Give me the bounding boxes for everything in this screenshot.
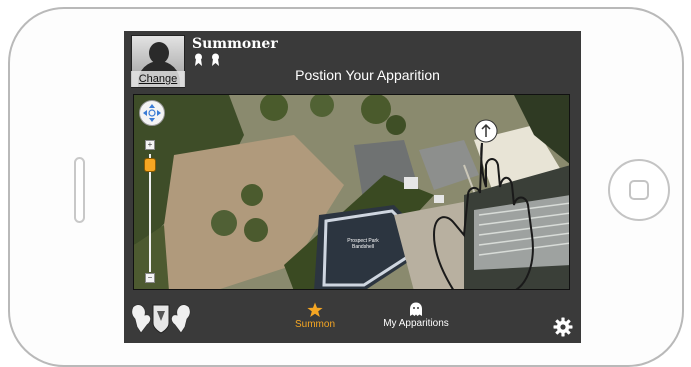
app-screen: Change Summoner Postion Your Apparition <box>124 31 581 343</box>
home-button-icon <box>629 180 649 200</box>
tab-summon[interactable]: Summon <box>284 302 346 330</box>
app-header: Change Summoner Postion Your Apparition <box>124 31 581 94</box>
page-title: Postion Your Apparition <box>295 67 440 83</box>
map-imagery <box>134 95 569 289</box>
settings-button[interactable] <box>553 317 573 342</box>
ribbon-icon <box>212 53 220 66</box>
map-zoom-slider[interactable]: + − <box>144 140 156 283</box>
speaker-grille <box>74 157 85 223</box>
tab-summon-label: Summon <box>294 319 335 330</box>
map-place-label: Prospect Park Bandshell <box>333 238 393 250</box>
pan-arrows-icon <box>143 104 161 122</box>
username: Summoner <box>192 36 278 52</box>
bottom-tabbar: Summon My Apparitions <box>124 293 581 343</box>
gear-icon <box>553 317 573 337</box>
tab-my-apparitions[interactable]: My Apparitions <box>376 302 456 329</box>
tab-my-apparitions-label: My Apparitions <box>383 318 449 329</box>
crest-logo <box>131 299 191 342</box>
zoom-out-button[interactable]: − <box>145 273 155 283</box>
map-pan-control[interactable] <box>139 100 165 126</box>
map-label-line2: Bandshell <box>352 244 374 250</box>
ribbon-icon <box>195 53 202 66</box>
zoom-knob[interactable] <box>144 158 156 172</box>
home-button[interactable] <box>608 159 670 221</box>
zoom-in-button[interactable]: + <box>145 140 155 150</box>
satellite-map[interactable]: + − Prospect Park Bandshell <box>133 94 570 290</box>
star-icon <box>307 302 323 317</box>
ghost-icon <box>410 302 422 316</box>
